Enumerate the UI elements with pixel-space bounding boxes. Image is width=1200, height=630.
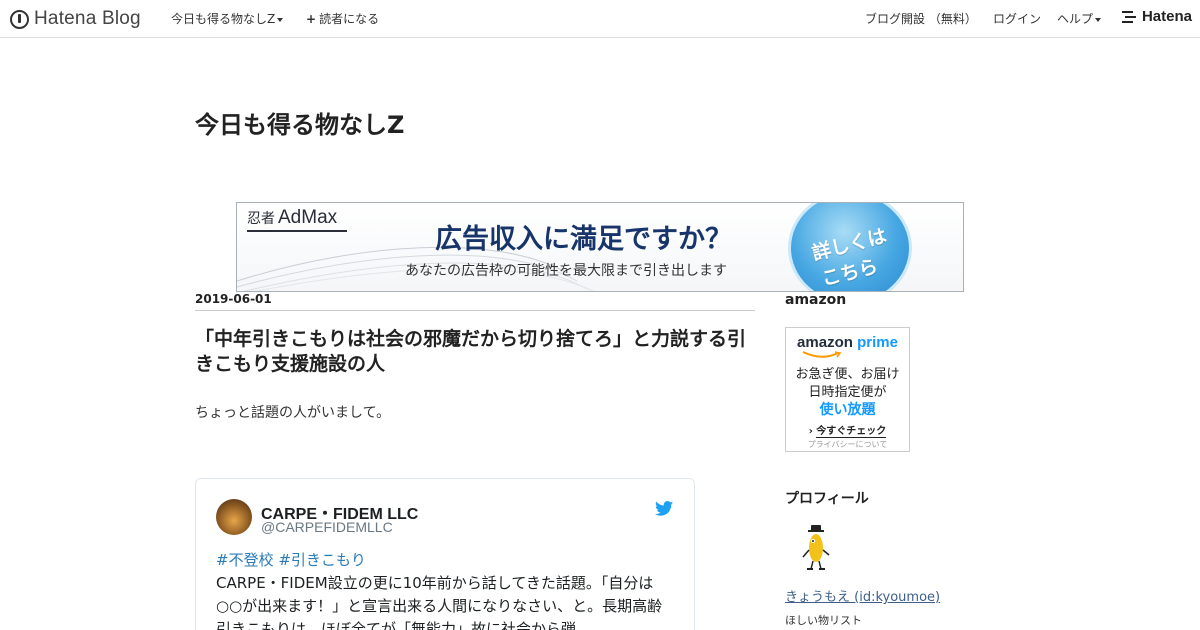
amazon-ad-line3: 使い放題 (819, 402, 876, 418)
amazon-check-link[interactable]: › 今すぐチェック (786, 422, 909, 438)
sidebar-heading-amazon: amazon (785, 292, 847, 308)
twitter-bird-icon[interactable] (655, 501, 673, 516)
subscribe-button[interactable]: + 読者になる (306, 10, 379, 27)
amazon-prime-logo-a: amazon (797, 334, 853, 351)
hatena-menu-icon (1121, 10, 1136, 23)
ad-subline: あなたの広告枠の可能性を最大限まで引き出します (405, 263, 727, 279)
open-blog-link[interactable]: ブログ開設 （無料） (865, 10, 977, 27)
chevron-down-icon (277, 17, 284, 22)
profile-avatar[interactable] (800, 524, 834, 572)
tweet-hashtag[interactable]: #引きこもり (278, 551, 366, 569)
wishlist-link[interactable]: ほしい物リスト (785, 612, 862, 628)
logo-text: Hatena Blog (34, 8, 141, 29)
amazon-ad-line2: 日時指定便が (808, 385, 887, 400)
blog-title[interactable]: 今日も得る物なしZ (195, 105, 404, 140)
subscribe-label: 読者になる (319, 12, 380, 26)
help-menu[interactable]: ヘルプ (1057, 10, 1102, 27)
hatena-brand-link[interactable]: Hatena (1121, 8, 1192, 25)
chevron-down-icon (1095, 17, 1102, 22)
amazon-prime-logo-b: prime (857, 334, 898, 351)
post-date[interactable]: 2019-06-01 (195, 292, 272, 306)
ad-headline: 広告収入に満足ですか？ (435, 224, 732, 255)
amazon-smile-icon (802, 351, 842, 358)
admax-logo: 忍者 AdMax (247, 207, 337, 229)
post-divider (195, 310, 755, 311)
sidebar-heading-profile: プロフィール (785, 491, 869, 507)
blog-menu-label: 今日も得る物なしZ (171, 12, 276, 26)
amazon-privacy-link[interactable]: プライバシーについて (786, 439, 909, 450)
hatena-blog-icon (10, 9, 29, 29)
hatena-blog-logo[interactable]: Hatena Blog (10, 6, 141, 32)
admax-logo-prefix: 忍者 (247, 211, 275, 227)
tweet-author-handle[interactable]: @CARPEFIDEMLLC (261, 519, 393, 535)
admax-banner-ad[interactable]: 忍者 AdMax 広告収入に満足ですか？ あなたの広告枠の可能性を最大限まで引き出… (236, 202, 964, 292)
post-intro: ちょっと話題の人がいまして。 (195, 405, 391, 421)
ad-cta-button[interactable]: 詳しくは こちら (788, 203, 912, 291)
amazon-ad-line1: お急ぎ便、お届け (795, 367, 900, 382)
tweet-body: #不登校 #引きこもり CARPE・FIDEM設立の更に10年前から話してきた話… (216, 549, 676, 630)
hatena-brand-text: Hatena (1141, 8, 1192, 25)
post-title[interactable]: 「中年引きこもりは社会の邪魔だから切り捨てろ」と力説する引きこもり支援施設の人 (195, 327, 760, 377)
admax-logo-underline (247, 230, 347, 232)
amazon-prime-logo: amazon prime (786, 334, 909, 351)
login-link[interactable]: ログイン (993, 10, 1041, 27)
tweet-text: CARPE・FIDEM設立の更に10年前から話してきた話題。「自分は○○が出来ま… (216, 574, 663, 630)
profile-name-link[interactable]: きょうもえ (id:kyoumoe) (785, 586, 940, 605)
amazon-prime-ad[interactable]: amazon prime お急ぎ便、お届け 日時指定便が 使い放題 › 今すぐチ… (785, 327, 910, 452)
tweet-avatar[interactable] (216, 499, 252, 535)
plus-icon: + (306, 12, 317, 26)
blog-menu[interactable]: 今日も得る物なしZ (171, 10, 284, 27)
amazon-check-label: 今すぐチェック (816, 426, 887, 438)
tweet-hashtag[interactable]: #不登校 (216, 551, 274, 569)
global-header: Hatena Blog 今日も得る物なしZ + 読者になる ブログ開設 （無料） … (0, 0, 1200, 38)
help-label: ヘルプ (1057, 12, 1094, 26)
embedded-tweet[interactable]: CARPE・FIDEM LLC @CARPEFIDEMLLC #不登校 #引きこ… (195, 478, 695, 630)
admax-logo-name: AdMax (278, 207, 338, 228)
